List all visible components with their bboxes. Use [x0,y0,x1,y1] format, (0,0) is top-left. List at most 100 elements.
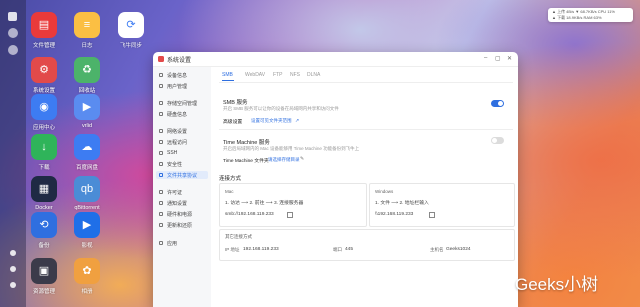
ip-label: IP 地址 [225,247,240,252]
windows-steps: 1. 文件 ⟶ 2. 地址栏输入 [375,201,429,206]
advanced-settings-link[interactable]: 高级设置 [223,118,242,125]
copy-icon[interactable] [287,212,293,218]
desktop-app[interactable]: ☁ 百度网盘 [62,134,112,171]
windows-os-label: Windows [375,189,394,194]
app-label: 相册 [81,289,93,295]
app-label: 日志 [81,43,93,49]
sidebar-item-label: 远程访问 [167,140,188,146]
app-label: 回收站 [78,88,96,94]
desktop-app[interactable]: ▶ vrlid [62,94,112,129]
smb-toggle[interactable] [491,100,504,107]
desktop-app[interactable]: ♻ 回收站 [62,57,112,94]
sidebar-item[interactable]: 远程访问 [156,138,208,146]
sidebar-item-icon [159,140,163,144]
app-icon: ▶ [74,212,100,238]
app-icon: ⟳ [118,12,144,38]
tab[interactable]: DLNA [307,72,320,78]
app-label: vrlid [81,123,93,129]
sidebar-item[interactable]: 硬件和电源 [156,210,208,218]
app-label: 飞牛同步 [119,43,142,49]
minimize-icon[interactable]: – [484,55,487,61]
sidebar-item-icon [159,84,163,88]
section-divider [219,129,513,130]
sidebar-item-label: 安全性 [167,162,183,168]
sidebar-item[interactable]: 硬盘信息 [156,110,208,118]
info-icon[interactable] [10,266,16,272]
other-connections-title: 其它连接方式 [225,234,252,239]
sidebar-item[interactable]: SSH [156,149,208,157]
active-tab-indicator [222,80,234,81]
sidebar-item-label: SSH [167,150,178,156]
tab[interactable]: SMB [222,72,233,78]
sidebar-item[interactable]: 文件共享协议 [156,171,208,179]
desktop-app[interactable]: ▶ 影视 [62,212,112,249]
sidebar-item-icon [159,223,163,227]
tab[interactable]: NFS [290,72,300,78]
app-label: 百度网盘 [75,165,98,171]
sidebar-item-label: 硬盘信息 [167,112,188,118]
sidebar-item[interactable]: 通知设置 [156,199,208,207]
windows-card: Windows 1. 文件 ⟶ 2. 地址栏输入 \\192.168.119.2… [369,183,515,227]
edit-icon[interactable]: ✎ [300,156,304,162]
ip-value: 192.168.119.233 [243,247,279,252]
app-icon: ◉ [31,94,57,120]
system-monitor-widget[interactable]: ▲ 上传 4B/s ▼ 68.7KB/s CPU 11% ▲ 下载 18.9KB… [548,8,633,22]
app-icon: ↓ [31,134,57,160]
close-icon[interactable]: ✕ [507,55,512,62]
sidebar-item[interactable]: 用户管理 [156,82,208,90]
sidebar-item-icon [159,129,163,133]
sidebar-item-icon [159,101,163,105]
app-icon: ▶ [74,94,100,120]
visible-folders-link[interactable]: 设置可见文件夹范围 [251,118,292,124]
time-machine-toggle[interactable] [491,137,504,144]
network-download-stats: ▲ 下载 18.9KB/s RAM 63% [552,15,602,20]
tab[interactable]: WebDAV [245,72,265,78]
window-titlebar[interactable]: 系统设置 – ▢ ✕ [153,52,518,67]
desktop-app[interactable]: ≡ 日志 [62,12,112,49]
sidebar-item[interactable]: 更新和还原 [156,221,208,229]
desktop-app[interactable]: ✿ 相册 [62,258,112,295]
sidebar-item[interactable]: 存储空间管理 [156,99,208,107]
window-title: 系统设置 [167,58,192,64]
sidebar-item-icon [159,151,163,155]
mac-os-label: Mac [225,189,234,194]
watermark: Geeks小树 [515,275,599,294]
tab[interactable]: FTP [273,72,282,78]
settings-main: SMB WebDAV FTP NFS DLNA SMB 服务 开启 SMB 服务可以让你… [211,67,518,307]
apps-icon[interactable] [8,28,18,38]
sidebar-item-label: 应用 [167,241,178,247]
sidebar-item[interactable]: 网络设置 [156,127,208,135]
sidebar-item[interactable]: 安全性 [156,160,208,168]
time-machine-folder-link[interactable]: 请选择存储目录 [268,157,300,163]
sidebar-item[interactable]: 许可证 [156,188,208,196]
copy-icon[interactable] [429,212,435,218]
settings-sidebar: 设备信息用户管理存储空间管理硬盘信息网络设置远程访问 SSH 安全性文件共享协议 许可… [153,67,211,307]
sidebar-item-label: 文件共享协议 [167,173,198,179]
sidebar-item-label: 硬件和电源 [167,212,193,218]
sidebar-item-icon [159,73,163,77]
time-machine-folder-label: Time Machine 文件夹 [223,159,269,164]
gear-icon[interactable] [8,45,18,55]
sidebar-item-label: 许可证 [167,190,183,196]
app-label: qBittorrent [74,205,100,211]
app-icon: ⚙ [31,57,57,83]
mac-address: smb://192.168.119.233 [225,212,274,217]
power-icon[interactable] [10,282,16,288]
app-icon: ▤ [31,12,57,38]
desktop-app[interactable]: ⟳ 飞牛同步 [106,12,156,49]
home-icon[interactable] [8,12,17,21]
sidebar-item[interactable]: 应用 [156,239,208,247]
sidebar-item[interactable]: 设备信息 [156,71,208,79]
sidebar-item-label: 通知设置 [167,201,188,207]
maximize-icon[interactable]: ▢ [495,55,501,62]
port-value: 445 [345,247,354,252]
external-link-icon[interactable]: ↗ [295,118,299,124]
app-icon: ♻ [74,57,100,83]
toggle-knob [492,138,497,143]
windows-address: \\192.168.119.233 [375,212,414,217]
bell-icon[interactable] [10,250,16,256]
hostname-value: Geeks1024 [446,247,471,252]
mac-steps: 1. 访达 ⟶ 2. 前往 ⟶ 3. 连接服务器 [225,201,304,206]
app-icon: ✿ [74,258,100,284]
desktop-app[interactable]: qb qBittorrent [62,176,112,211]
